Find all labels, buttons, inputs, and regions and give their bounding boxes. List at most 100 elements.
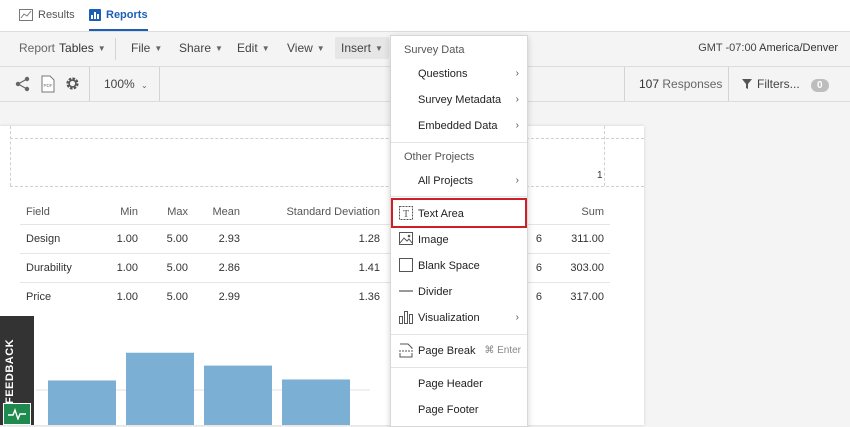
menu-item-embedded-data-label: Embedded Data [418, 120, 498, 132]
toolbar-divider [89, 67, 90, 101]
toolbar-divider [728, 67, 729, 101]
table-cell: 1.00 [102, 224, 144, 254]
menu-divider [391, 367, 527, 368]
tab-reports-label: Reports [106, 8, 148, 21]
share-icon[interactable] [15, 76, 31, 92]
menu-divider [391, 334, 527, 335]
table-cell: 1.36 [246, 282, 386, 311]
menu-item-survey-metadata-label: Survey Metadata [418, 94, 502, 106]
page-break-shortcut: ⌘ Enter [484, 345, 521, 356]
feedback-tab[interactable]: FEEDBACK [0, 316, 34, 425]
chevron-right-icon: › [515, 175, 519, 186]
column-header-field: Field [26, 206, 50, 218]
pdf-icon[interactable]: PDF [41, 75, 55, 93]
chevron-down-icon: ▼ [261, 43, 270, 53]
divider-icon [399, 290, 413, 292]
zoom-select[interactable]: 100% ⌄ [104, 77, 148, 91]
tab-results-label: Results [38, 8, 75, 21]
table-cell: 303.00 [548, 253, 610, 283]
report-tables-suffix: Tables [59, 41, 94, 55]
table-cell: Durability [20, 253, 102, 283]
table-cell: 311.00 [548, 224, 610, 254]
responses-number: 107 [639, 77, 660, 91]
share-menu[interactable]: Share ▼ [179, 41, 223, 55]
svg-text:PDF: PDF [44, 83, 53, 88]
menu-item-page-header-label: Page Header [418, 378, 483, 390]
chevron-down-icon: ▼ [97, 43, 106, 53]
table-cell: 1.00 [102, 282, 144, 311]
toolbar-divider [159, 67, 160, 101]
table-cell: 1.28 [246, 224, 386, 254]
chevron-down-icon: ▼ [215, 43, 223, 53]
menubar-divider [115, 38, 116, 60]
tab-reports[interactable]: Reports [89, 0, 148, 31]
chevron-right-icon: › [515, 94, 519, 105]
report-tables-menu[interactable]: Report Tables ▼ [19, 41, 106, 55]
insert-menu[interactable]: Insert ▼ [335, 37, 389, 59]
page-margin-guide [10, 138, 644, 139]
timezone-offset: GMT -07:00 [698, 42, 757, 54]
section-survey-data: Survey Data [404, 44, 465, 56]
chevron-down-icon: ▼ [375, 43, 383, 53]
column-header-mean: Mean [212, 206, 240, 218]
page-margin-guide [604, 126, 605, 186]
column-header-max: Max [167, 206, 188, 218]
chevron-down-icon: ⌄ [141, 81, 148, 90]
menu-item-page-footer-label: Page Footer [418, 404, 479, 416]
results-icon [19, 8, 33, 21]
timezone-name: America/Denver [759, 42, 838, 54]
insert-menu-label: Insert [341, 41, 372, 55]
column-header-min: Min [120, 206, 138, 218]
pulse-icon[interactable] [3, 403, 31, 425]
page-number: 1 [597, 170, 603, 181]
reports-icon [89, 8, 101, 21]
chevron-right-icon: › [515, 312, 519, 323]
table-cell: 2.86 [194, 253, 246, 283]
chevron-right-icon: › [515, 68, 519, 79]
edit-menu-label: Edit [237, 41, 258, 55]
edit-menu[interactable]: Edit ▼ [237, 41, 270, 55]
table-cell: 1.00 [102, 253, 144, 283]
menu-divider [391, 196, 527, 197]
responses-count: 107 Responses [639, 77, 722, 91]
chevron-down-icon: ▼ [316, 43, 325, 53]
image-icon [399, 232, 413, 245]
menu-item-all-projects-label: All Projects [418, 175, 474, 187]
column-header-std-dev: Standard Deviation [286, 206, 380, 218]
filters-button[interactable]: Filters... [742, 77, 800, 91]
table-cell: 5.00 [144, 282, 194, 311]
tab-results[interactable]: Results [19, 0, 75, 29]
page-margin-guide [10, 126, 11, 186]
chevron-right-icon: › [515, 120, 519, 131]
toolbar-divider [624, 67, 625, 101]
menu-item-image-label: Image [418, 234, 449, 246]
blank-space-icon [399, 258, 413, 272]
gear-icon[interactable] [65, 76, 80, 91]
insert-dropdown-menu: Survey Data Questions › Survey Metadata … [390, 35, 528, 427]
visualization-icon [399, 311, 413, 324]
table-cell: 5.00 [144, 253, 194, 283]
menu-item-questions-label: Questions [418, 68, 468, 80]
share-menu-label: Share [179, 41, 212, 55]
table-cell: 5.00 [144, 224, 194, 254]
bar-chart[interactable]: 0 [0, 326, 400, 425]
file-menu-label: File [131, 41, 151, 55]
chart-bar [48, 380, 116, 425]
report-tables-prefix: Report [19, 41, 56, 55]
filters-label: Filters... [757, 77, 800, 91]
feedback-label: FEEDBACK [4, 338, 16, 404]
filters-count-badge: 0 [811, 79, 829, 92]
file-menu[interactable]: File ▼ [131, 41, 162, 55]
timezone-display: GMT -07:00 America/Denver [698, 42, 838, 54]
view-menu[interactable]: View ▼ [287, 41, 325, 55]
table-cell: 317.00 [548, 282, 610, 311]
chart-bar [126, 352, 194, 425]
filter-icon [742, 79, 752, 89]
table-cell: 1.41 [246, 253, 386, 283]
text-area-highlight [391, 198, 527, 228]
chart-bar [204, 365, 272, 425]
report-page: 1 Field Min Max Mean Standard Deviation … [0, 126, 644, 425]
table-cell: 2.99 [194, 282, 246, 311]
menu-divider [391, 142, 527, 143]
responses-label: Responses [662, 77, 723, 91]
